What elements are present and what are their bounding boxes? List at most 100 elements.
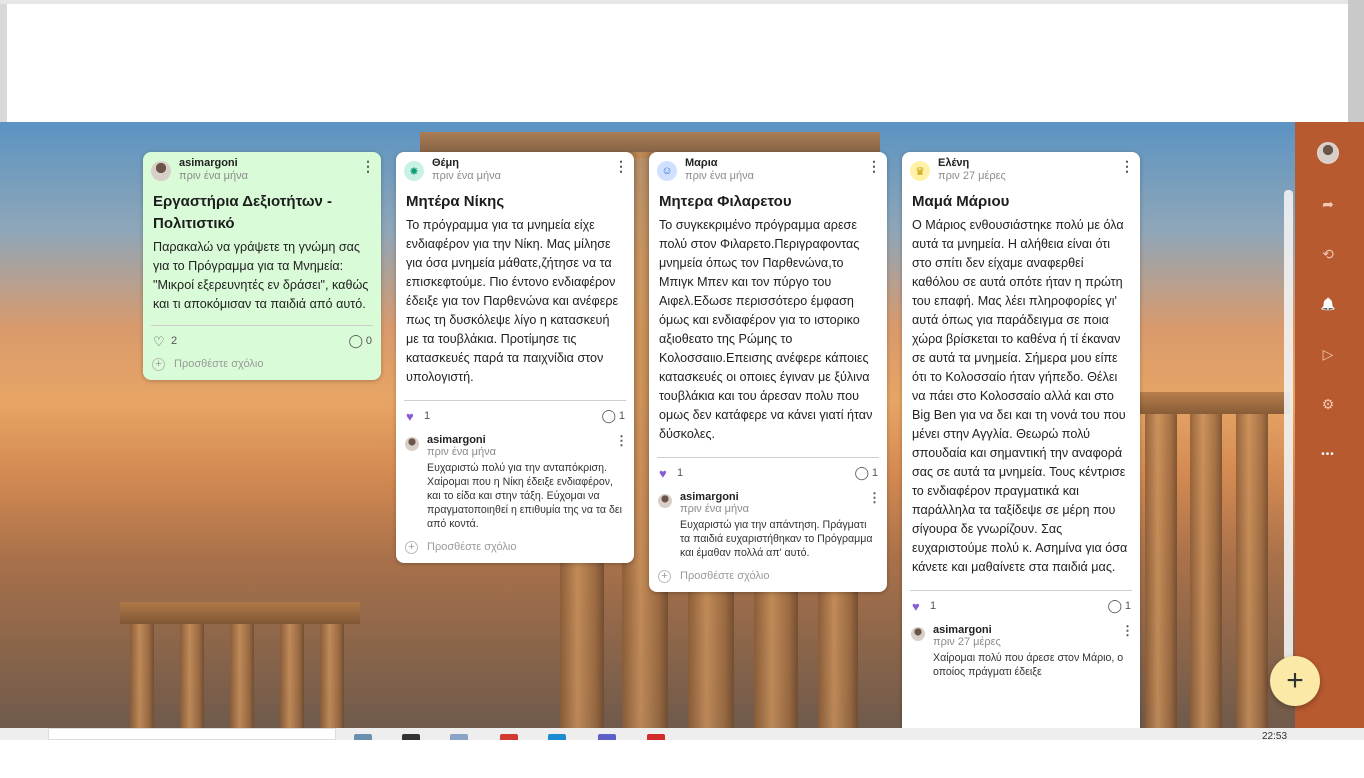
comment-author: asimargoni bbox=[680, 491, 739, 503]
taskbar-app-icon[interactable] bbox=[598, 734, 616, 740]
author-avatar bbox=[151, 161, 171, 181]
post-reactions: ♥ 1 ◯ 1 bbox=[396, 401, 634, 431]
taskbar-app-icon[interactable] bbox=[354, 734, 372, 740]
window-edge bbox=[1348, 0, 1364, 122]
comment-time: πριν 27 μέρες bbox=[933, 636, 1001, 648]
comment-count: 0 bbox=[365, 335, 372, 347]
taskbar-app-icon[interactable] bbox=[500, 734, 518, 740]
comment-item: asimargoni πριν ένα μήνα Ευχαριστώ για τ… bbox=[649, 488, 887, 560]
post-card[interactable]: asimargoni πριν ένα μήνα ⋮ Εργαστήρια Δε… bbox=[143, 152, 381, 380]
comment-time: πριν ένα μήνα bbox=[427, 446, 496, 458]
taskbar-app-icon[interactable] bbox=[548, 734, 566, 740]
taskbar-app-icon[interactable] bbox=[647, 734, 665, 740]
post-reactions: ♥ 1 ◯ 1 bbox=[902, 591, 1140, 621]
post-body: Το πρόγραμμα για τα μνημεία είχε ενδιαφέ… bbox=[406, 218, 619, 384]
commenter-avatar bbox=[658, 494, 672, 508]
user-avatar[interactable] bbox=[1317, 142, 1339, 164]
add-comment-button[interactable]: + Προσθέστε σχόλιο bbox=[143, 356, 381, 380]
bg-column bbox=[1236, 414, 1268, 728]
post-author: asimargoni bbox=[179, 157, 238, 169]
share-icon[interactable]: ➦ bbox=[1316, 192, 1340, 216]
post-author: Ελένη bbox=[938, 157, 970, 169]
post-author: Μαρια bbox=[685, 157, 718, 169]
post-card[interactable]: ✸ Θέμη πριν ένα μήνα ⋮ Μητέρα Νίκης Το π… bbox=[396, 152, 634, 563]
post-menu-icon[interactable]: ⋮ bbox=[361, 158, 375, 175]
commenter-avatar bbox=[911, 627, 925, 641]
post-time: πριν 27 μέρες bbox=[938, 170, 1006, 182]
like-count: 2 bbox=[171, 335, 178, 347]
comment-icon[interactable]: ◯ bbox=[1107, 598, 1122, 614]
post-header: ♛ Ελένη πριν 27 μέρες ⋮ bbox=[902, 152, 1140, 186]
comment-count: 1 bbox=[871, 467, 878, 479]
bg-column bbox=[230, 624, 254, 728]
commenter-avatar bbox=[405, 437, 419, 451]
post-title: Μητέρα Νίκης bbox=[406, 193, 505, 210]
robot-avatar-icon: ✸ bbox=[404, 161, 424, 181]
post-reactions: ♡ 2 ◯ 0 bbox=[143, 326, 381, 356]
comment-icon[interactable]: ◯ bbox=[854, 465, 869, 481]
play-icon[interactable]: ▷ bbox=[1316, 342, 1340, 366]
post-time: πριν ένα μήνα bbox=[432, 170, 501, 182]
plus-icon: + bbox=[405, 541, 418, 554]
add-comment-label: Προσθέστε σχόλιο bbox=[427, 541, 517, 553]
plus-icon: + bbox=[658, 570, 671, 583]
bg-column bbox=[180, 624, 204, 728]
comment-icon[interactable]: ◯ bbox=[601, 408, 616, 424]
heart-outline-icon[interactable]: ♡ bbox=[153, 334, 165, 350]
post-time: πριν ένα μήνα bbox=[179, 170, 248, 182]
more-icon[interactable]: ••• bbox=[1316, 442, 1340, 466]
bg-column bbox=[1145, 414, 1177, 728]
comment-text: Χαίρομαι πολύ που άρεσε στον Μάριο, ο οπ… bbox=[933, 652, 1124, 678]
comment-time: πριν ένα μήνα bbox=[680, 503, 749, 515]
comment-menu-icon[interactable]: ⋮ bbox=[615, 433, 628, 449]
settings-icon[interactable]: ⚙ bbox=[1316, 392, 1340, 416]
heart-filled-icon[interactable]: ♥ bbox=[659, 466, 667, 481]
bg-beam-left bbox=[120, 602, 360, 624]
plus-icon: + bbox=[152, 358, 165, 371]
bell-icon[interactable]: 🔔 bbox=[1316, 292, 1340, 316]
post-header: ✸ Θέμη πριν ένα μήνα ⋮ bbox=[396, 152, 634, 186]
post-menu-icon[interactable]: ⋮ bbox=[867, 158, 881, 175]
comment-author: asimargoni bbox=[933, 624, 992, 636]
bg-column bbox=[130, 624, 154, 728]
comment-item: asimargoni πριν ένα μήνα Ευχαριστώ πολύ … bbox=[396, 431, 634, 531]
heart-filled-icon[interactable]: ♥ bbox=[406, 409, 414, 424]
remake-icon[interactable]: ⟲ bbox=[1316, 242, 1340, 266]
post-menu-icon[interactable]: ⋮ bbox=[614, 158, 628, 175]
add-comment-label: Προσθέστε σχόλιο bbox=[174, 358, 264, 370]
like-count: 1 bbox=[424, 410, 431, 422]
post-time: πριν ένα μήνα bbox=[685, 170, 754, 182]
post-title: Μητερα Φιλαρετου bbox=[659, 193, 792, 210]
add-comment-label: Προσθέστε σχόλιο bbox=[680, 570, 770, 582]
post-card[interactable]: ♛ Ελένη πριν 27 μέρες ⋮ Μαμά Μάριου Ο Μά… bbox=[902, 152, 1140, 728]
add-comment-button[interactable]: + Προσθέστε σχόλιο bbox=[396, 531, 634, 563]
post-menu-icon[interactable]: ⋮ bbox=[1120, 158, 1134, 175]
taskbar-app-icon[interactable] bbox=[402, 734, 420, 740]
post-reactions: ♥ 1 ◯ 1 bbox=[649, 458, 887, 488]
post-title: Μαμά Μάριου bbox=[912, 193, 1010, 210]
bg-beam-right bbox=[1140, 392, 1290, 414]
comment-count: 1 bbox=[1124, 600, 1131, 612]
comment-text: Ευχαριστώ για την απάντηση. Πράγματι τα … bbox=[680, 519, 873, 559]
comment-item: asimargoni πριν 27 μέρες Χαίρομαι πολύ π… bbox=[902, 621, 1140, 679]
taskbar-search-box[interactable] bbox=[48, 728, 336, 740]
bg-column bbox=[1190, 414, 1222, 728]
comment-menu-icon[interactable]: ⋮ bbox=[868, 490, 881, 506]
bg-column bbox=[320, 624, 344, 728]
post-header: ☺ Μαρια πριν ένα μήνα ⋮ bbox=[649, 152, 887, 186]
post-author: Θέμη bbox=[432, 157, 459, 169]
add-comment-button[interactable]: + Προσθέστε σχόλιο bbox=[649, 560, 887, 592]
post-card[interactable]: ☺ Μαρια πριν ένα μήνα ⋮ Μητερα Φιλαρετου… bbox=[649, 152, 887, 592]
bg-column bbox=[280, 624, 304, 728]
heart-filled-icon[interactable]: ♥ bbox=[912, 599, 920, 614]
add-post-button[interactable]: + bbox=[1270, 656, 1320, 706]
robot-avatar-icon: ♛ bbox=[910, 161, 930, 181]
comment-menu-icon[interactable]: ⋮ bbox=[1121, 623, 1134, 639]
canvas-scrollbar[interactable] bbox=[1284, 190, 1293, 660]
comment-author: asimargoni bbox=[427, 434, 486, 446]
right-toolbar: ➦ ⟲ 🔔 ▷ ⚙ ••• bbox=[1295, 122, 1364, 728]
comment-count: 1 bbox=[618, 410, 625, 422]
comment-icon[interactable]: ◯ bbox=[348, 333, 363, 349]
taskbar-app-icon[interactable] bbox=[450, 734, 468, 740]
post-header: asimargoni πριν ένα μήνα ⋮ bbox=[143, 152, 381, 186]
